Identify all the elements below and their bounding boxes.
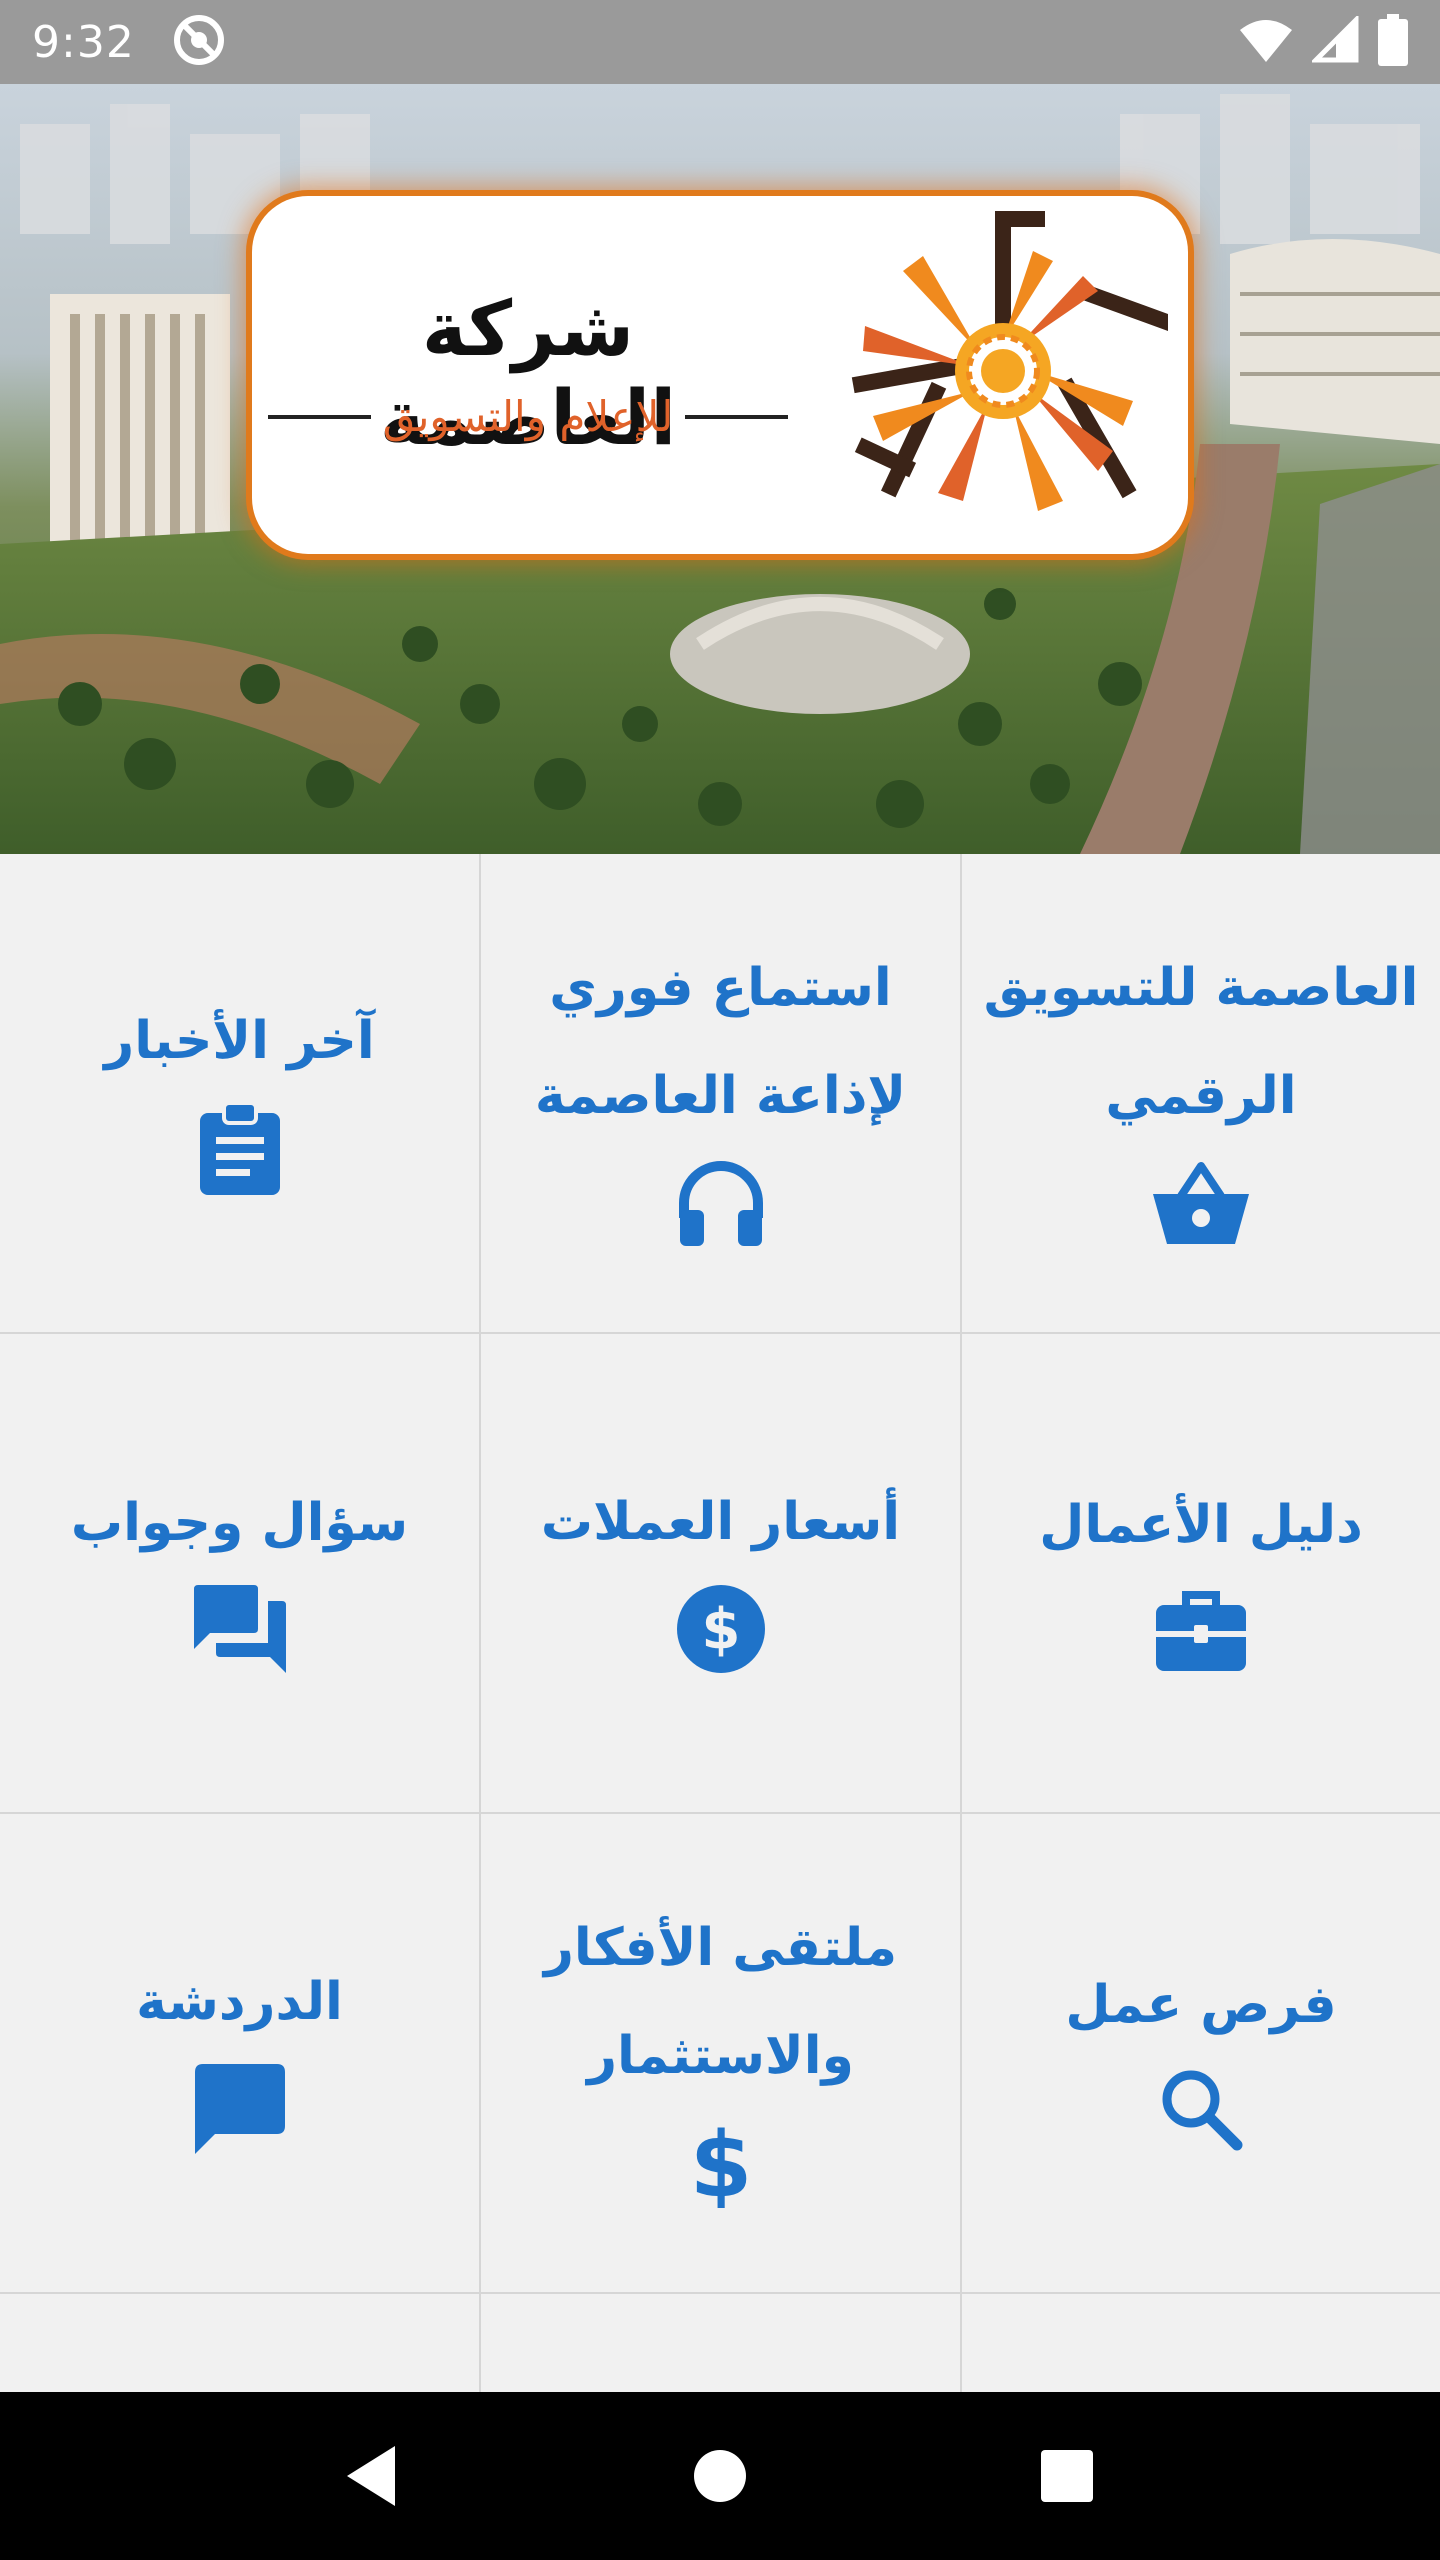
menu-item-business-directory[interactable]: دليل الأعمال xyxy=(960,1334,1440,1814)
menu-item-ideas-investment[interactable]: ملتقى الأفكار والاستثمار $ xyxy=(479,1814,960,2294)
dollar-icon: $ xyxy=(689,2113,752,2218)
svg-text:$: $ xyxy=(701,1597,740,1662)
briefcase-icon xyxy=(1156,1587,1246,1675)
system-nav-bar xyxy=(0,2392,1440,2560)
basket-icon xyxy=(1151,1158,1251,1252)
wifi-icon xyxy=(1238,16,1294,68)
clipboard-icon xyxy=(198,1101,282,1199)
logo-subtitle-row: للإعلام والتسويق xyxy=(268,392,789,441)
status-bar: 9:32 xyxy=(0,0,1440,84)
menu-item-label: ملتقى الأفكار والاستثمار xyxy=(543,1918,898,2086)
menu-item-label: استماع فوري لإذاعة العاصمة xyxy=(534,958,907,1126)
divider xyxy=(685,414,789,419)
menu-item-label: العاصمة للتسويق الرقمي xyxy=(983,958,1419,1126)
menu-item-label: سؤال وجواب xyxy=(70,1493,409,1553)
company-logo-card: شركة العاصمة للإعلام والتسويق xyxy=(252,196,1188,554)
menu-item-label: أسعار العملات xyxy=(540,1492,901,1552)
menu-grid: العاصمة للتسويق الرقمي استماع فوري لإذاع… xyxy=(0,854,1440,2392)
do-not-disturb-icon xyxy=(171,12,227,72)
back-icon[interactable] xyxy=(333,2436,413,2516)
logo-subtitle: للإعلام والتسويق xyxy=(382,392,674,441)
dollar-circle-icon: $ xyxy=(676,1584,766,1678)
divider xyxy=(268,414,371,419)
menu-item-currency-rates[interactable]: أسعار العملات $ xyxy=(479,1334,960,1814)
menu-item-q-and-a[interactable]: سؤال وجواب xyxy=(0,1334,479,1814)
forum-icon xyxy=(193,1585,286,1677)
menu-item-empty xyxy=(0,2294,479,2392)
menu-item-label: الدردشة xyxy=(136,1972,343,2032)
menu-item-chat[interactable]: الدردشة xyxy=(0,1814,479,2294)
menu-item-empty xyxy=(479,2294,960,2392)
sun-logo-icon xyxy=(851,211,1168,511)
recents-icon[interactable] xyxy=(1027,2436,1107,2516)
signal-icon xyxy=(1309,13,1360,68)
menu-item-digital-marketing[interactable]: العاصمة للتسويق الرقمي xyxy=(960,854,1440,1334)
battery-icon xyxy=(1378,14,1408,70)
svg-text:$: $ xyxy=(691,2118,751,2208)
hero-banner: شركة العاصمة للإعلام والتسويق xyxy=(0,84,1440,854)
menu-item-latest-news[interactable]: آخر الأخبار xyxy=(0,854,479,1334)
status-time: 9:32 xyxy=(32,16,135,68)
search-icon xyxy=(1159,2067,1243,2155)
home-icon[interactable] xyxy=(680,2436,760,2516)
menu-item-live-radio[interactable]: استماع فوري لإذاعة العاصمة xyxy=(479,854,960,1334)
headphones-icon xyxy=(676,1158,766,1252)
menu-item-empty xyxy=(960,2294,1440,2392)
chat-icon xyxy=(194,2064,285,2158)
menu-item-label: فرص عمل xyxy=(1065,1975,1337,2035)
menu-item-job-opportunities[interactable]: فرص عمل xyxy=(960,1814,1440,2294)
menu-item-label: آخر الأخبار xyxy=(104,1011,375,1071)
menu-item-label: دليل الأعمال xyxy=(1039,1495,1363,1555)
